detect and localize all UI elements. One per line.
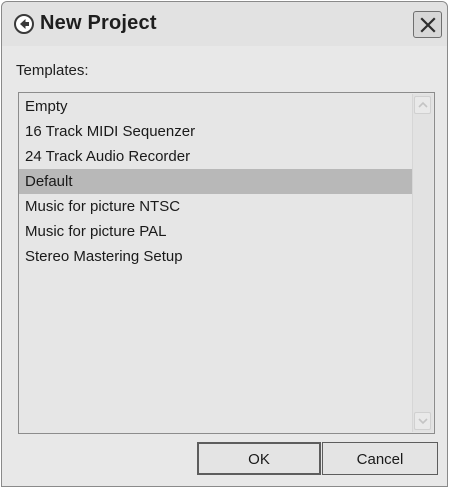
vertical-scrollbar[interactable]	[412, 94, 433, 432]
template-item[interactable]: Empty	[19, 94, 413, 119]
close-icon	[420, 17, 436, 33]
dialog-title: New Project	[40, 12, 157, 34]
template-item[interactable]: Music for picture NTSC	[19, 194, 413, 219]
ok-button[interactable]: OK	[197, 442, 321, 475]
chevron-down-icon	[418, 418, 428, 425]
template-item[interactable]: Music for picture PAL	[19, 219, 413, 244]
scroll-up-button[interactable]	[414, 96, 431, 114]
title-bar[interactable]: New Project	[2, 2, 447, 46]
scroll-down-button[interactable]	[414, 412, 431, 430]
new-project-dialog: New Project Templates: Empty 16 Track MID…	[1, 1, 448, 487]
back-arrow-app-icon	[14, 14, 34, 34]
template-item[interactable]: 24 Track Audio Recorder	[19, 144, 413, 169]
template-item[interactable]: 16 Track MIDI Sequenzer	[19, 119, 413, 144]
templates-list[interactable]: Empty 16 Track MIDI Sequenzer 24 Track Aud…	[18, 92, 435, 434]
templates-label: Templates:	[16, 62, 89, 79]
chevron-up-icon	[418, 101, 428, 108]
template-item[interactable]: Stereo Mastering Setup	[19, 244, 413, 269]
close-button[interactable]	[413, 11, 442, 38]
cancel-button[interactable]: Cancel	[322, 442, 438, 475]
template-item[interactable]: Default	[19, 169, 413, 194]
